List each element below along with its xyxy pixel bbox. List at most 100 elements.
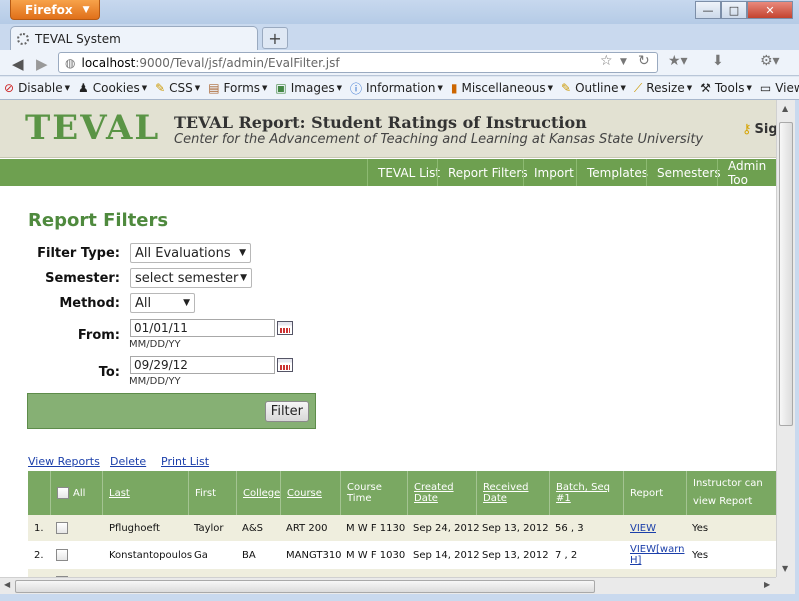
filter-type-select[interactable]: All Evaluations ▼	[130, 243, 251, 263]
calendar-icon[interactable]	[277, 321, 293, 335]
semester-select[interactable]: select semester ▼	[130, 268, 252, 288]
url-host: localhost	[81, 55, 136, 70]
to-date-input[interactable]: 09/29/12	[130, 356, 275, 374]
toolbar-item-view-source[interactable]: ▭View S	[756, 81, 799, 95]
cell-course-time: M W F 1130	[346, 522, 406, 534]
toolbar-item-label: CSS	[169, 81, 193, 95]
calendar-icon[interactable]	[277, 358, 293, 372]
sign-in-link[interactable]: ⚷ Sig	[742, 122, 776, 137]
web-developer-toolbar: ⊘ Disable ▼ ♟ Cookies ▼ ✎ CSS ▼ ▤ Forms ▼ ▣ Image…	[0, 77, 799, 100]
pencil-icon: ✎	[561, 81, 572, 95]
bookmarks-menu-icon[interactable]: ★▾	[668, 53, 688, 69]
view-report-link[interactable]: VIEW	[624, 515, 656, 541]
loading-spinner-icon	[17, 32, 29, 45]
horizontal-scrollbar[interactable]: ◀ ▶	[0, 577, 776, 594]
toolbar-item-label: Outline	[575, 81, 619, 95]
cell-last: Pflughoeft	[109, 522, 160, 534]
download-arrow-icon[interactable]: ⬇	[712, 53, 724, 69]
print-list-link[interactable]: Print List	[161, 455, 209, 468]
scrollbar-corner	[776, 577, 795, 594]
semester-value: select semester	[135, 270, 239, 286]
chevron-down-icon: ▼	[746, 84, 752, 92]
column-header-received-date[interactable]: Received Date	[476, 471, 549, 515]
chevron-down-icon: ▼	[82, 4, 90, 15]
cell-last: Pflughoeft	[103, 569, 160, 578]
new-tab-button[interactable]: +	[262, 27, 288, 49]
view-report-link[interactable]: VIEW	[624, 569, 656, 578]
cell-course: ART 200	[280, 569, 327, 578]
close-window-button[interactable]: ✕	[747, 1, 793, 19]
horizontal-scroll-thumb[interactable]	[15, 580, 595, 593]
url-text: localhost:9000/Teval/jsf/admin/EvalFilte…	[81, 56, 339, 70]
from-date-hint: MM/DD/YY	[129, 339, 181, 350]
nav-import[interactable]: Import	[523, 159, 584, 186]
column-header-select-all: All	[50, 471, 102, 515]
person-icon: ♟	[77, 81, 89, 95]
column-header-college[interactable]: College	[236, 471, 280, 515]
toolbar-item-css[interactable]: ✎ CSS ▼	[151, 81, 204, 95]
view-report-link[interactable]: VIEW[warn H]	[624, 541, 686, 569]
filter-button[interactable]: Filter	[264, 401, 309, 422]
select-all-checkbox[interactable]	[57, 487, 69, 499]
toolbar-item-information[interactable]: ⓘ Information ▼	[346, 80, 447, 97]
method-select[interactable]: All ▼	[130, 293, 195, 313]
vertical-scrollbar[interactable]: ▲ ▼	[776, 100, 795, 577]
toolbar-item-tools[interactable]: ⚒ Tools ▼	[696, 81, 756, 95]
filter-panel: Filter	[27, 393, 316, 429]
column-header-last[interactable]: Last	[102, 471, 188, 515]
column-header-batch-seq[interactable]: Batch, Seq #1	[549, 471, 623, 515]
firefox-menu-button[interactable]: Firefox ▼	[10, 0, 100, 20]
back-arrow-icon[interactable]: ◀	[12, 55, 24, 73]
url-path: :9000/Teval/jsf/admin/EvalFilter.jsf	[135, 55, 340, 70]
toolbar-item-miscellaneous[interactable]: ▮ Miscellaneous ▼	[447, 81, 557, 95]
nav-admin-tools[interactable]: Admin Too	[717, 159, 776, 187]
column-header-number	[28, 471, 50, 515]
url-bar[interactable]: ◍ localhost:9000/Teval/jsf/admin/EvalFil…	[58, 52, 658, 73]
scroll-down-arrow-icon[interactable]: ▼	[782, 564, 788, 573]
scroll-left-arrow-icon[interactable]: ◀	[4, 580, 10, 589]
view-reports-link[interactable]: View Reports	[28, 455, 100, 468]
forward-arrow-icon[interactable]: ▶	[36, 55, 48, 73]
cell-course: ART 200	[286, 522, 328, 534]
bookmark-star-icon[interactable]: ☆	[600, 53, 613, 69]
history-dropdown-icon[interactable]: ▼	[620, 57, 627, 67]
cell-batch-seq: 5 , 3	[549, 569, 577, 578]
toolbar-item-disable[interactable]: ⊘ Disable ▼	[0, 81, 74, 95]
row-checkbox[interactable]	[56, 522, 68, 534]
toolbar-item-cookies[interactable]: ♟ Cookies ▼	[74, 81, 151, 95]
from-date-input[interactable]: 01/01/11	[130, 319, 275, 337]
vertical-scroll-thumb[interactable]	[779, 122, 793, 426]
semester-label: Semester:	[45, 271, 120, 286]
cell-can-view: Yes	[692, 522, 709, 534]
chevron-down-icon: ▼	[183, 298, 190, 308]
table-row: 1. Pflughoeft Taylor A&S ART 200 M W F 1…	[28, 515, 776, 541]
reload-icon[interactable]: ↻	[638, 53, 650, 69]
to-date-hint: MM/DD/YY	[129, 376, 181, 387]
minimize-button[interactable]: —	[695, 1, 721, 19]
maximize-button[interactable]: □	[721, 1, 747, 19]
scroll-right-arrow-icon[interactable]: ▶	[764, 580, 770, 589]
row-checkbox[interactable]	[56, 549, 68, 561]
toolbar-item-forms[interactable]: ▤ Forms ▼	[204, 81, 271, 95]
addon-tools-icon[interactable]: ⚙▾	[760, 53, 780, 69]
toolbar-item-resize[interactable]: ⟋ Resize ▼	[630, 81, 696, 96]
from-label: From:	[77, 328, 120, 343]
table-row: 3. Pflughoeft Taylor A&S ART 200 M W F 1…	[28, 569, 776, 577]
to-label: To:	[98, 365, 120, 380]
chevron-down-icon: ▼	[240, 273, 247, 283]
toolbar-item-label: Tools	[714, 81, 745, 95]
toolbar-item-images[interactable]: ▣ Images ▼	[271, 81, 346, 95]
toolbar-item-outline[interactable]: ✎ Outline ▼	[557, 81, 630, 95]
cell-course: MANGT310	[286, 549, 342, 561]
delete-link[interactable]: Delete	[110, 455, 146, 468]
toolbar-item-label: Cookies	[92, 81, 140, 95]
notebook-icon: ▮	[450, 81, 458, 95]
column-header-created-date[interactable]: Created Date	[407, 471, 476, 515]
browser-tab[interactable]: TEVAL System	[10, 26, 258, 50]
scroll-up-arrow-icon[interactable]: ▲	[782, 104, 788, 113]
chevron-down-icon: ▼	[64, 84, 70, 92]
column-header-course[interactable]: Course	[280, 471, 340, 515]
navigation-toolbar: ◀ ▶ ◍ localhost:9000/Teval/jsf/admin/Eva…	[0, 50, 799, 76]
toolbar-item-label: Miscellaneous	[461, 81, 546, 95]
chevron-down-icon: ▼	[336, 84, 342, 92]
